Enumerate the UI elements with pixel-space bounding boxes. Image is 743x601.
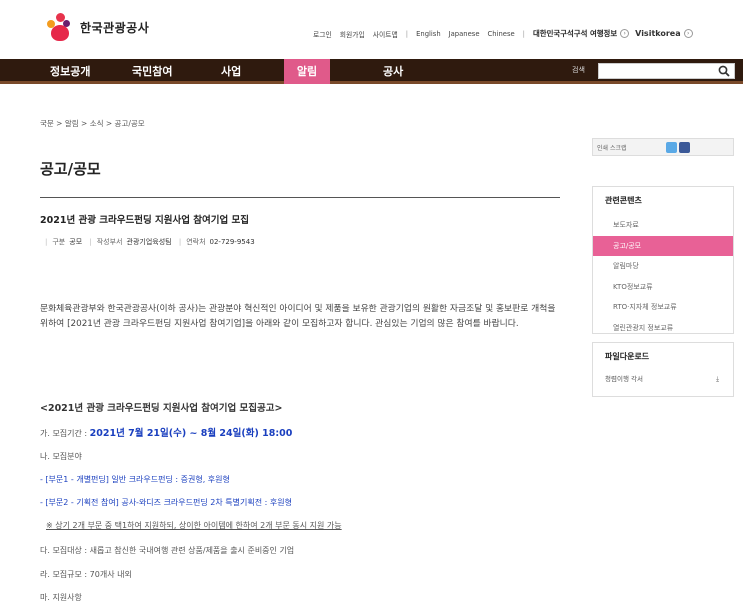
english-link[interactable]: English bbox=[416, 30, 441, 38]
field-note: ※ 상기 2개 부문 중 택1하여 지원하되, 상이한 아이템에 한하여 2개 … bbox=[46, 521, 342, 530]
top-header: 한국관광공사 로그인 회원가입 사이트맵 | English Japanese … bbox=[0, 0, 743, 58]
download-item[interactable]: 청렴이행 각서 ⤓ bbox=[593, 371, 733, 387]
site-logo[interactable]: 한국관광공사 bbox=[47, 13, 149, 41]
breadcrumb: 국문 > 알림 > 소식 > 공고/공모 bbox=[40, 119, 145, 128]
file-download-box: 파일다운로드 청렴이행 각서 ⤓ bbox=[592, 342, 734, 397]
nav-item-participation[interactable]: 국민참여 bbox=[132, 59, 172, 84]
nav-item-notice[interactable]: 알림 bbox=[284, 59, 330, 84]
field-item-1: - [부문1 - 개별펀딩] 일반 크라우드펀딩 : 증권형, 후원형 bbox=[40, 475, 230, 484]
japanese-link[interactable]: Japanese bbox=[449, 30, 480, 38]
related-item-notice[interactable]: 공고/공모 bbox=[593, 235, 733, 256]
nav-item-business[interactable]: 사업 bbox=[221, 59, 241, 84]
logo-text: 한국관광공사 bbox=[80, 20, 150, 35]
share-tools: 인쇄 스크랩 bbox=[592, 138, 734, 156]
download-title: 파일다운로드 bbox=[605, 352, 650, 361]
meta-category-label: 구분 bbox=[52, 238, 66, 246]
meta-dept-label: 작성부서 bbox=[96, 238, 123, 246]
meta-dept: 관광기업육성팀 bbox=[126, 238, 172, 246]
search-input[interactable] bbox=[598, 63, 735, 79]
related-item-rto[interactable]: RTO·지자체 정보교류 bbox=[593, 297, 733, 318]
related-item-board[interactable]: 알림마당 bbox=[593, 256, 733, 277]
period-line: 가. 모집기간 : 2021년 7월 21일(수) ~ 8월 24일(화) 18… bbox=[40, 425, 292, 439]
sitemap-link[interactable]: 사이트맵 bbox=[373, 29, 398, 39]
download-icon[interactable]: ⤓ bbox=[716, 371, 719, 387]
related-content: 관련콘텐츠 보도자료 공고/공모 알림마당 KTO정보교류 RTO·지자체 정보… bbox=[592, 186, 734, 334]
search-icon[interactable] bbox=[718, 65, 730, 77]
chinese-link[interactable]: Chinese bbox=[488, 30, 515, 38]
meta-contact-label: 연락처 bbox=[186, 238, 206, 246]
search-label: 검색 bbox=[572, 66, 585, 74]
post-title: 2021년 관광 크라우드펀딩 지원사업 참여기업 모집 bbox=[40, 215, 250, 226]
divider bbox=[40, 197, 560, 198]
visitkorea-link[interactable]: Visitkorea bbox=[635, 29, 681, 38]
twitter-icon[interactable] bbox=[666, 142, 677, 153]
separator: | bbox=[405, 29, 409, 38]
target-line: 다. 모집대상 : 새롭고 참신한 국내여행 관련 상품/제품을 출시 준비중인… bbox=[40, 546, 295, 555]
arrow-right-icon: › bbox=[620, 29, 630, 38]
scale-line: 라. 모집규모 : 70개사 내외 bbox=[40, 570, 132, 579]
period-label: 가. 모집기간 : bbox=[40, 429, 88, 438]
meta-contact: 02-729-9543 bbox=[209, 238, 255, 246]
related-title: 관련콘텐츠 bbox=[605, 196, 642, 205]
meta-category: 공모 bbox=[69, 238, 83, 246]
related-item-open-tourism[interactable]: 열린관광지 정보교류 bbox=[593, 318, 733, 339]
related-item-kto[interactable]: KTO정보교류 bbox=[593, 277, 733, 298]
nav-item-info[interactable]: 정보공개 bbox=[50, 59, 90, 84]
post-meta: | 구분 공모 | 작성부서 관광기업육성팀 | 연락처 02-729-9543 bbox=[45, 238, 255, 246]
main-nav: 정보공개 국민참여 사업 알림 공사 검색 bbox=[0, 59, 743, 84]
page-title: 공고/공모 bbox=[40, 160, 101, 178]
support-line: 마. 지원사항 bbox=[40, 593, 82, 601]
print-scrap-label[interactable]: 인쇄 스크랩 bbox=[597, 143, 627, 152]
post-intro: 문화체육관광부와 한국관광공사(이하 공사)는 관광분야 혁신적인 아이디어 및… bbox=[40, 304, 556, 329]
field-item-2: - [부문2 - 기획전 참여] 공사-와디즈 크라우드펀딩 2차 특별기획전 … bbox=[40, 498, 292, 507]
separator: | bbox=[522, 29, 525, 38]
period-date: 2021년 7월 21일(수) ~ 8월 24일(화) 18:00 bbox=[89, 428, 293, 439]
download-file-name[interactable]: 청렴이행 각서 bbox=[605, 371, 643, 387]
nav-item-corporation[interactable]: 공사 bbox=[383, 59, 403, 84]
arrow-right-icon: › bbox=[683, 29, 693, 38]
notice-heading: <2021년 관광 크라우드펀딩 지원사업 참여기업 모집공고> bbox=[40, 403, 283, 414]
related-item-press[interactable]: 보도자료 bbox=[593, 215, 733, 236]
facebook-icon[interactable] bbox=[679, 142, 690, 153]
signup-link[interactable]: 회원가입 bbox=[340, 29, 365, 39]
logo-mark-icon bbox=[47, 13, 73, 41]
field-label: 나. 모집분야 bbox=[40, 452, 82, 461]
utility-nav: 로그인 회원가입 사이트맵 | English Japanese Chinese… bbox=[313, 28, 693, 39]
login-link[interactable]: 로그인 bbox=[313, 29, 332, 39]
korea-travel-link[interactable]: 대한민국구석구석 여행정보 bbox=[533, 28, 617, 39]
